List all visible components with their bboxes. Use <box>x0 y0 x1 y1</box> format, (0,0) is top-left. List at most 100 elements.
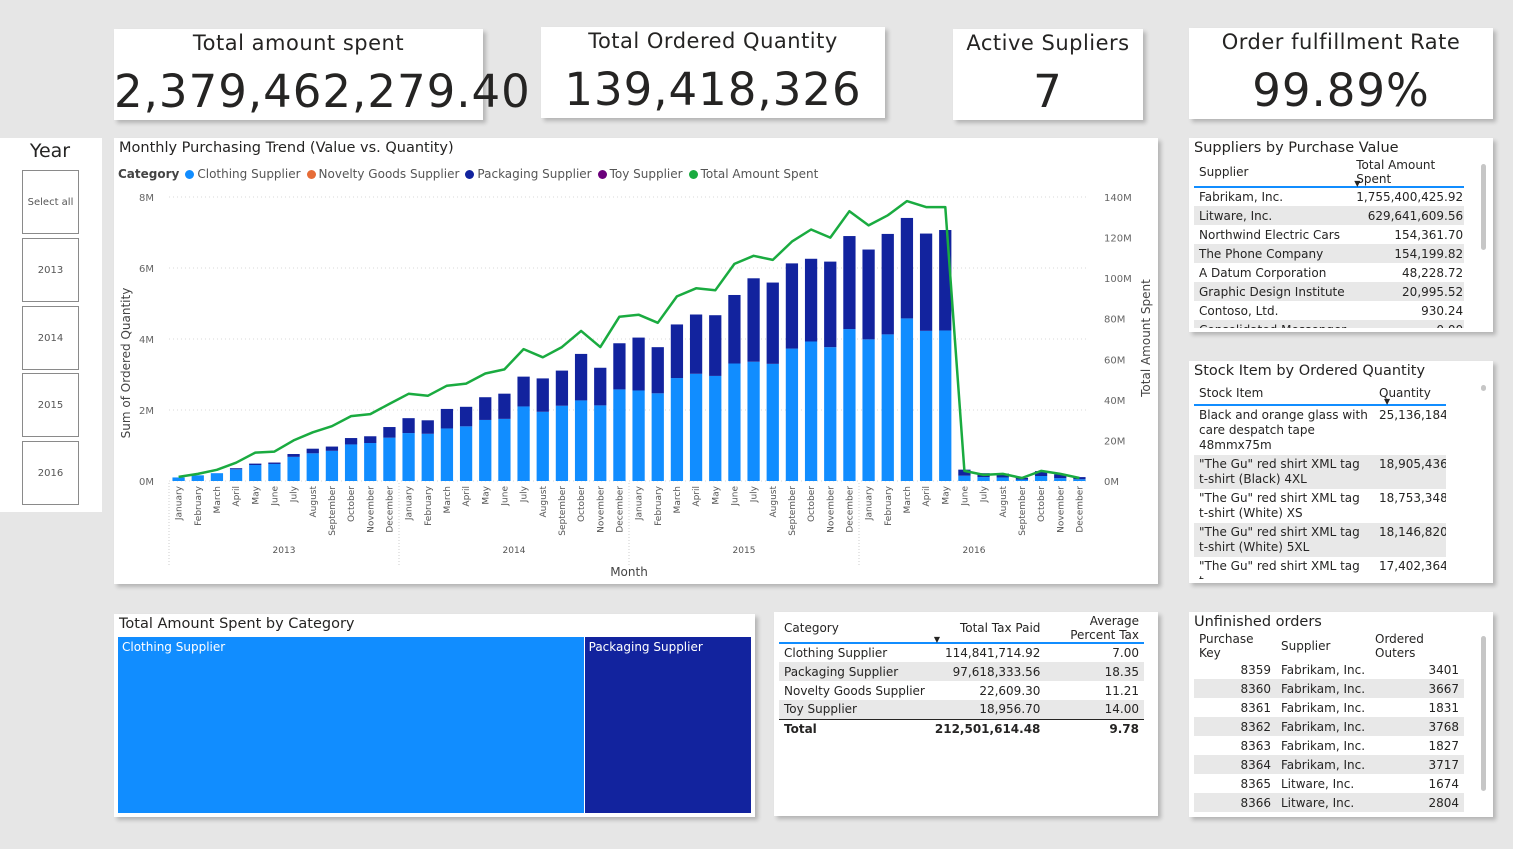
col-total-tax-paid[interactable]: Total Tax Paid ▼ <box>930 614 1046 644</box>
supplier-row-cell: Contoso, Ltd. <box>1199 303 1279 318</box>
x-month-tick-label: July <box>290 485 300 503</box>
supplier-row[interactable]: A Datum Corporation 48,228.72 <box>1194 263 1464 282</box>
bar-packaging-supplier <box>900 217 914 319</box>
x-month-tick-label: October <box>1037 486 1047 522</box>
stock-row[interactable]: "The Gu" red shirt XML tag t- 17,402,364 <box>1194 557 1446 579</box>
col-purchase-key[interactable]: Purchase Key <box>1194 632 1276 660</box>
bar-clothing-supplier <box>536 411 549 481</box>
bar-clothing-supplier <box>268 463 281 481</box>
supplier-row-cell: 20,995.52 <box>1351 282 1464 301</box>
col-total-amount-spent[interactable]: Total Amount Spent ▼ <box>1351 158 1464 188</box>
tax-row[interactable]: Packaging Supplier 97,618,333.56 18.35 <box>779 662 1144 681</box>
bar-packaging-supplier <box>498 393 511 419</box>
unfinished-table-viewport[interactable]: Purchase Key Supplier Ordered Outers 835… <box>1194 632 1464 814</box>
bar-clothing-supplier <box>651 393 664 481</box>
supplier-row-cell: 930.24 <box>1421 303 1464 318</box>
supplier-row[interactable]: Graphic Design Institute 20,995.52 <box>1194 282 1464 301</box>
x-month-tick-label: July <box>980 485 990 503</box>
supplier-row[interactable]: Northwind Electric Cars 154,361.70 <box>1194 225 1464 244</box>
bar-clothing-supplier <box>919 330 933 481</box>
x-month-tick-label: April <box>692 486 702 507</box>
bar-packaging-supplier <box>728 294 741 364</box>
tax-row-cell: 18,956.70 <box>929 700 1046 719</box>
supplier-row[interactable]: Contoso, Ltd. 930.24 <box>1194 301 1464 320</box>
col-average-percent-tax[interactable]: Average Percent Tax <box>1045 614 1144 643</box>
treemap-tile[interactable]: Clothing Supplier <box>118 637 585 813</box>
unfinished-scrollbar[interactable] <box>1481 636 1486 791</box>
supplier-row-cell: 48,228.72 <box>1402 265 1464 280</box>
supplier-row-cell: Northwind Electric Cars <box>1199 227 1340 242</box>
unfinished-row[interactable]: 8359 Fabrikam, Inc. 3401 <box>1194 660 1464 679</box>
stock-table: Stock Item Quantity ▼ Black and orange gl… <box>1194 381 1446 579</box>
stock-row[interactable]: "The Gu" red shirt XML tag t-shirt (Blac… <box>1194 455 1446 489</box>
sort-desc-icon: ▼ <box>1354 179 1361 188</box>
unfinished-row[interactable]: 8363 Fabrikam, Inc. 1827 <box>1194 736 1464 755</box>
year-option-2013[interactable]: 2013 <box>22 238 79 302</box>
year-option-2014[interactable]: 2014 <box>22 306 79 370</box>
x-month-tick-label: March <box>903 486 913 513</box>
x-month-tick-label: March <box>443 486 453 513</box>
col-category[interactable]: Category <box>779 614 930 643</box>
tax-row-cell: 7.00 <box>1112 646 1139 660</box>
stock-row-cell: 17,402,364 <box>1379 559 1446 573</box>
bar-packaging-supplier <box>632 337 645 391</box>
unfinished-row-cell: Fabrikam, Inc. <box>1281 662 1366 677</box>
bar-clothing-supplier <box>325 450 339 481</box>
supplier-row[interactable]: The Phone Company 154,199.82 <box>1194 244 1464 263</box>
unfinished-row[interactable]: 8366 Litware, Inc. 2804 <box>1194 793 1464 812</box>
col-quantity[interactable]: Quantity ▼ <box>1374 381 1446 407</box>
year-option-2015[interactable]: 2015 <box>22 373 79 437</box>
bar-packaging-supplier <box>747 278 760 362</box>
stock-table-viewport[interactable]: Stock Item Quantity ▼ Black and orange gl… <box>1194 381 1446 579</box>
suppliers-scrollbar[interactable] <box>1481 164 1486 250</box>
tax-row[interactable]: Clothing Supplier 114,841,714.92 7.00 <box>779 643 1144 662</box>
col-stock-item[interactable]: Stock Item <box>1194 381 1374 405</box>
x-month-tick-label: March <box>213 486 223 513</box>
x-month-tick-label: August <box>539 486 549 518</box>
x-month-tick-label: August <box>769 486 779 518</box>
bar-clothing-supplier <box>766 363 779 481</box>
unfinished-orders-card: Unfinished orders Purchase Key Supplier … <box>1189 612 1493 817</box>
col-ordered-outers[interactable]: Ordered Outers <box>1370 632 1464 660</box>
stock-row[interactable]: "The Gu" red shirt XML tag t-shirt (Whit… <box>1194 523 1446 557</box>
stock-scrollbar[interactable] <box>1481 385 1486 391</box>
y-left-tick-label: 6M <box>139 264 154 275</box>
tax-row[interactable]: Toy Supplier 18,956.70 14.00 <box>779 700 1144 719</box>
tax-row[interactable]: Novelty Goods Supplier 22,609.30 11.21 <box>779 681 1144 700</box>
tax-table: Category Total Tax Paid ▼ Average Percent… <box>779 614 1144 738</box>
stock-row-cell: 25,136,184 <box>1379 408 1446 422</box>
stock-row[interactable]: "The Gu" red shirt XML tag t-shirt (Whit… <box>1194 489 1446 523</box>
bar-packaging-supplier <box>402 418 415 434</box>
year-option-select-all[interactable]: Select all <box>22 170 79 234</box>
bar-packaging-supplier <box>249 463 262 466</box>
unfinished-row[interactable]: 8360 Fabrikam, Inc. 3667 <box>1194 679 1464 698</box>
unfinished-row[interactable]: 8365 Litware, Inc. 1674 <box>1194 774 1464 793</box>
unfinished-row-cell: 8364 <box>1194 755 1276 774</box>
year-option-2016[interactable]: 2016 <box>22 441 79 505</box>
supplier-row[interactable]: Consolidated Messenger0.00 <box>1194 320 1464 328</box>
x-month-tick-label: October <box>577 486 587 522</box>
bar-packaging-supplier <box>517 376 530 407</box>
col-supplier[interactable]: Supplier <box>1276 632 1370 660</box>
supplier-row[interactable]: Litware, Inc. 629,641,609.56 <box>1194 206 1464 225</box>
treemap-tile[interactable]: Packaging Supplier <box>584 637 752 813</box>
stock-row[interactable]: Black and orange glass with care despatc… <box>1194 405 1446 455</box>
suppliers-table-viewport[interactable]: Supplier Total Amount Spent ▼ Fabrikam, I… <box>1194 158 1464 328</box>
bar-clothing-supplier <box>555 405 569 481</box>
kpi-total-amount-value: 2,379,462,279.40 <box>114 65 531 118</box>
y-right-tick-label: 0M <box>1104 477 1119 488</box>
bar-packaging-supplier <box>440 408 454 429</box>
col-supplier[interactable]: Supplier <box>1194 158 1351 187</box>
bar-clothing-supplier <box>728 363 741 481</box>
x-year-tick-label: 2013 <box>273 546 296 556</box>
x-month-tick-label: January <box>175 485 185 521</box>
unfinished-row[interactable]: 8361 Fabrikam, Inc. 1831 <box>1194 698 1464 717</box>
unfinished-row[interactable]: 8362 Fabrikam, Inc. 3768 <box>1194 717 1464 736</box>
unfinished-row[interactable]: 8364 Fabrikam, Inc. 3717 <box>1194 755 1464 774</box>
year-slicer: Year Select all 2013 2014 2015 2016 <box>0 138 102 512</box>
kpi-active-suppliers-value: 7 <box>1033 65 1063 118</box>
supplier-row[interactable]: Fabrikam, Inc. 1,755,400,425.92 <box>1194 187 1464 206</box>
supplier-row-cell: Graphic Design Institute <box>1194 282 1352 301</box>
supplier-row-cell: 0.00 <box>1351 320 1464 328</box>
bar-clothing-supplier <box>344 444 358 481</box>
